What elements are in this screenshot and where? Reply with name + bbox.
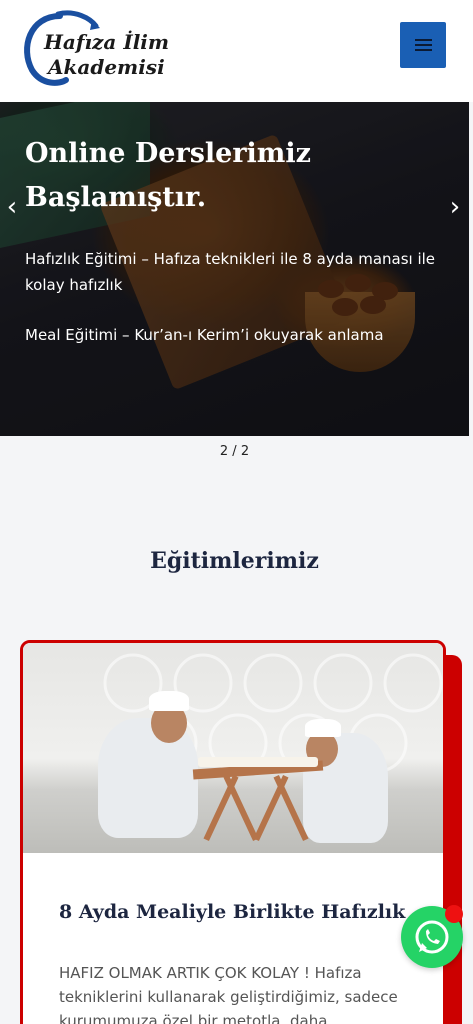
slide-text-meal: Meal Eğitimi – Kur’an-ı Kerim’i okuyarak…	[25, 326, 384, 344]
kid-left	[98, 718, 198, 838]
site-logo[interactable]: Hafıza İlim Akademisi	[20, 8, 169, 88]
section-title: Eğitimlerimiz	[150, 548, 319, 574]
logo-text-line2: Akademisi	[48, 55, 165, 79]
course-card-image	[23, 643, 443, 853]
course-card[interactable]: 8 Ayda Mealiyle Birlikte Hafızlık HAFIZ …	[20, 640, 446, 1024]
hamburger-icon	[415, 39, 432, 41]
hero-slider: Online Derslerimiz Başlamıştır. Hafızlık…	[0, 102, 469, 436]
course-card-title[interactable]: 8 Ayda Mealiyle Birlikte Hafızlık	[59, 901, 405, 923]
logo-text-line1: Hafıza İlim	[44, 30, 170, 54]
slide-title: Online Derslerimiz Başlamıştır.	[25, 138, 311, 213]
course-card-description: HAFIZ OLMAK ARTIK ÇOK KOLAY ! Hafıza tek…	[59, 964, 398, 1024]
slider-prev-icon[interactable]: ‹	[0, 192, 24, 222]
slide-text-hafizlik: Hafızlık Eğitimi – Hafıza teknikleri ile…	[25, 250, 436, 294]
notification-dot	[445, 905, 463, 923]
slider-next-icon[interactable]: ›	[443, 192, 467, 222]
slide-counter: 2 / 2	[219, 444, 250, 459]
site-header: Hafıza İlim Akademisi	[0, 0, 473, 102]
menu-button[interactable]	[400, 22, 446, 68]
